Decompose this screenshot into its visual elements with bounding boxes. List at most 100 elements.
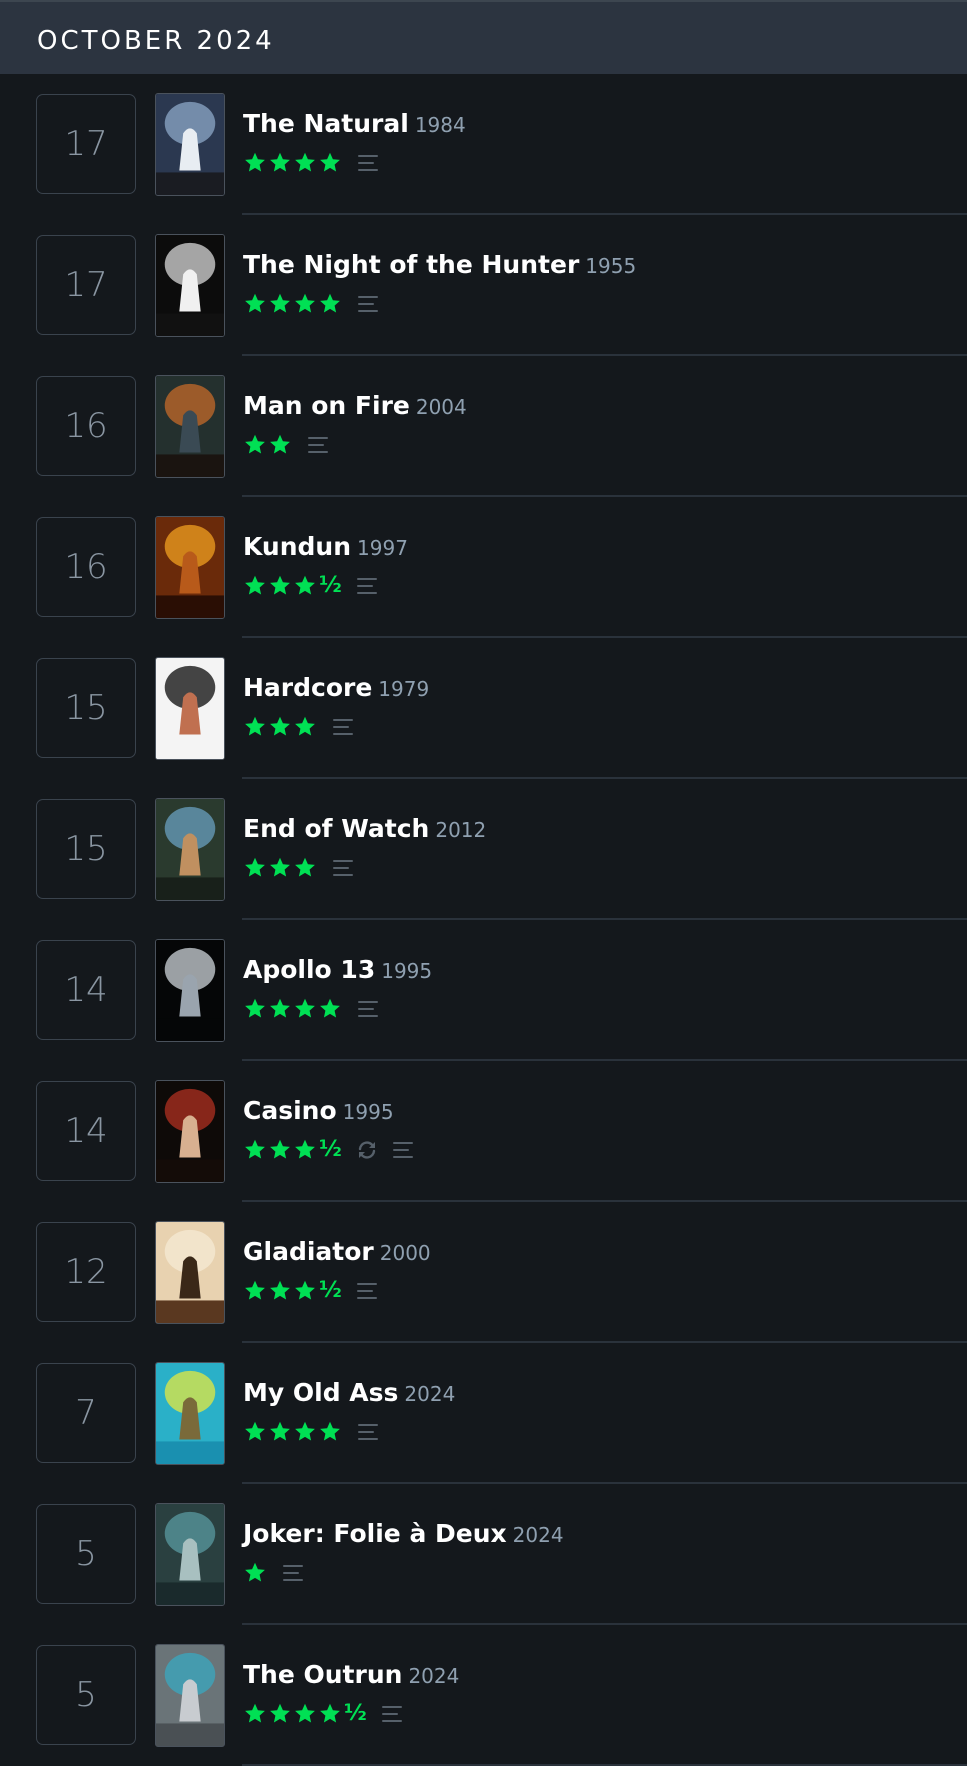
day-link[interactable]: 14 xyxy=(36,940,136,1040)
star-rating[interactable] xyxy=(243,715,318,739)
star-icon xyxy=(295,1421,315,1441)
day-link[interactable]: 14 xyxy=(36,1081,136,1181)
star-rating[interactable] xyxy=(243,997,343,1021)
film-title[interactable]: The Natural xyxy=(243,109,409,138)
film-year[interactable]: 2012 xyxy=(435,818,486,842)
star-icon xyxy=(295,857,315,877)
film-poster[interactable] xyxy=(155,657,225,760)
film-poster[interactable] xyxy=(155,939,225,1042)
day-number: 17 xyxy=(64,124,108,164)
title-line: Kundun 1997 xyxy=(243,532,408,561)
poster-image xyxy=(156,1363,224,1464)
meta-line xyxy=(243,291,379,317)
review-lines-icon[interactable] xyxy=(332,717,354,737)
star-rating[interactable] xyxy=(243,1561,268,1585)
review-lines-icon[interactable] xyxy=(282,1563,304,1583)
film-title[interactable]: Apollo 13 xyxy=(243,955,375,984)
day-link[interactable]: 5 xyxy=(36,1645,136,1745)
diary-entry: 15 Hardcore 1979 xyxy=(0,638,967,779)
film-title[interactable]: Joker: Folie à Deux xyxy=(243,1519,507,1548)
film-year[interactable]: 2024 xyxy=(513,1523,564,1547)
film-poster[interactable] xyxy=(155,1644,225,1747)
star-rating[interactable]: ½ xyxy=(243,1138,342,1162)
meta-line xyxy=(243,150,379,176)
star-icon xyxy=(295,998,315,1018)
film-poster[interactable] xyxy=(155,93,225,196)
review-lines-icon[interactable] xyxy=(356,576,378,596)
star-rating[interactable] xyxy=(243,856,318,880)
rewatch-icon[interactable] xyxy=(356,1139,378,1161)
review-lines-icon[interactable] xyxy=(357,999,379,1019)
review-lines-icon[interactable] xyxy=(357,294,379,314)
review-lines-icon[interactable] xyxy=(332,858,354,878)
star-rating[interactable] xyxy=(243,1420,343,1444)
film-year[interactable]: 1997 xyxy=(357,536,408,560)
day-link[interactable]: 17 xyxy=(36,235,136,335)
film-title[interactable]: The Outrun xyxy=(243,1660,402,1689)
star-rating[interactable] xyxy=(243,292,343,316)
star-icon xyxy=(295,1703,315,1723)
day-link[interactable]: 16 xyxy=(36,376,136,476)
meta-line: ½ xyxy=(243,1701,403,1727)
film-year[interactable]: 1955 xyxy=(585,254,636,278)
day-link[interactable]: 15 xyxy=(36,799,136,899)
film-year[interactable]: 1995 xyxy=(343,1100,394,1124)
star-rating[interactable]: ½ xyxy=(243,574,342,598)
film-poster[interactable] xyxy=(155,375,225,478)
film-poster[interactable] xyxy=(155,1362,225,1465)
star-icon xyxy=(270,1703,290,1723)
film-year[interactable]: 1979 xyxy=(378,677,429,701)
film-poster[interactable] xyxy=(155,234,225,337)
review-lines-icon[interactable] xyxy=(307,435,329,455)
day-link[interactable]: 16 xyxy=(36,517,136,617)
film-title[interactable]: Gladiator xyxy=(243,1237,374,1266)
review-lines-icon[interactable] xyxy=(357,1422,379,1442)
star-icon xyxy=(245,575,265,595)
day-link[interactable]: 5 xyxy=(36,1504,136,1604)
film-poster[interactable] xyxy=(155,1080,225,1183)
review-lines-icon[interactable] xyxy=(392,1140,414,1160)
film-title[interactable]: End of Watch xyxy=(243,814,429,843)
film-poster[interactable] xyxy=(155,1221,225,1324)
month-title: OCTOBER 2024 xyxy=(37,26,275,56)
film-title[interactable]: Casino xyxy=(243,1096,337,1125)
film-year[interactable]: 2004 xyxy=(416,395,467,419)
film-title[interactable]: The Night of the Hunter xyxy=(243,250,579,279)
diary-entry: 16 Kundun 1997 ½ xyxy=(0,497,967,638)
title-line: Casino 1995 xyxy=(243,1096,394,1125)
film-title[interactable]: My Old Ass xyxy=(243,1378,398,1407)
film-title[interactable]: Kundun xyxy=(243,532,351,561)
review-lines-icon[interactable] xyxy=(357,153,379,173)
title-line: Joker: Folie à Deux 2024 xyxy=(243,1519,564,1548)
star-rating[interactable]: ½ xyxy=(243,1279,342,1303)
film-year[interactable]: 2024 xyxy=(408,1664,459,1688)
review-lines-icon[interactable] xyxy=(381,1704,403,1724)
film-year[interactable]: 2024 xyxy=(404,1382,455,1406)
day-link[interactable]: 17 xyxy=(36,94,136,194)
meta-line xyxy=(243,432,329,458)
day-link[interactable]: 12 xyxy=(36,1222,136,1322)
star-rating[interactable] xyxy=(243,433,293,457)
star-icon xyxy=(270,1139,290,1159)
film-poster[interactable] xyxy=(155,516,225,619)
film-title[interactable]: Hardcore xyxy=(243,673,372,702)
diary-entry: 17 The Natural 1984 xyxy=(0,74,967,215)
star-icon xyxy=(245,1421,265,1441)
day-link[interactable]: 15 xyxy=(36,658,136,758)
half-star-glyph: ½ xyxy=(319,1278,342,1303)
star-icon xyxy=(270,998,290,1018)
film-year[interactable]: 1995 xyxy=(381,959,432,983)
film-title[interactable]: Man on Fire xyxy=(243,391,410,420)
film-poster[interactable] xyxy=(155,798,225,901)
film-poster[interactable] xyxy=(155,1503,225,1606)
day-link[interactable]: 7 xyxy=(36,1363,136,1463)
film-year[interactable]: 2000 xyxy=(380,1241,431,1265)
star-rating[interactable] xyxy=(243,151,343,175)
star-rating[interactable]: ½ xyxy=(243,1702,367,1726)
film-year[interactable]: 1984 xyxy=(415,113,466,137)
day-number: 15 xyxy=(64,688,108,728)
meta-line: ½ xyxy=(243,1278,378,1304)
meta-line xyxy=(243,714,354,740)
star-icon xyxy=(320,293,340,313)
review-lines-icon[interactable] xyxy=(356,1281,378,1301)
